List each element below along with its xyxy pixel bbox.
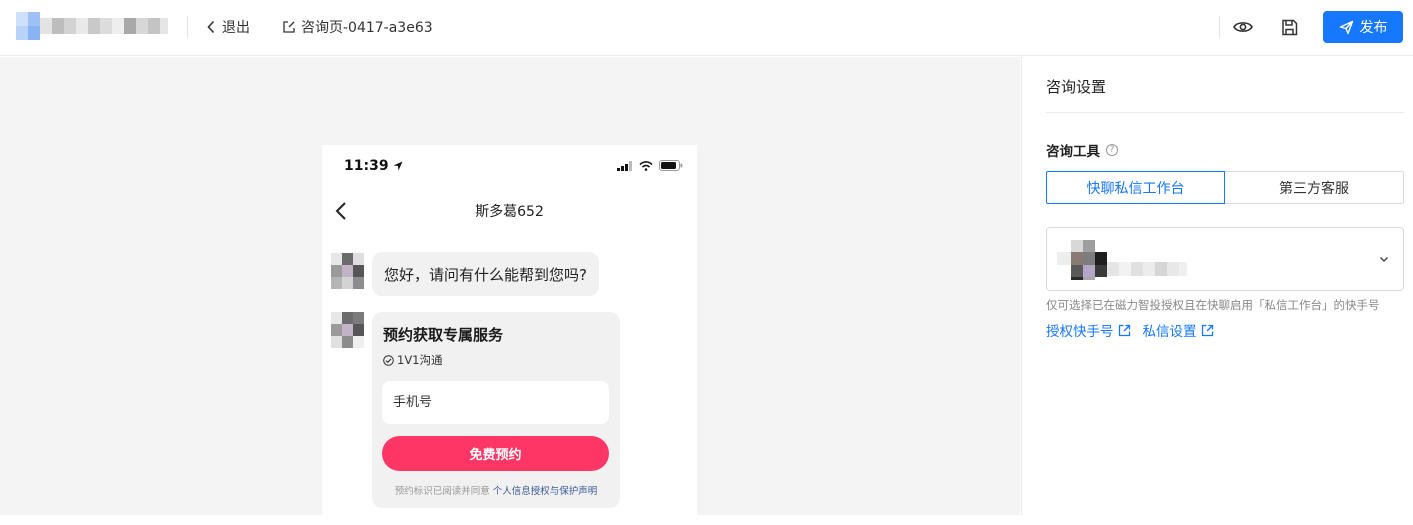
authorize-account-link[interactable]: 授权快手号 — [1046, 320, 1131, 340]
help-icon[interactable]: ? — [1106, 144, 1118, 156]
publish-button[interactable]: 发布 — [1323, 11, 1403, 43]
edit-icon — [283, 21, 295, 33]
check-circle-icon — [383, 354, 394, 366]
location-arrow-icon — [393, 161, 403, 171]
agreement-prefix: 预约标识已阅读并同意 — [394, 486, 490, 497]
top-bar: 退出 咨询页-0417-a3e63 发布 — [0, 0, 1413, 56]
status-icons — [617, 160, 683, 171]
agent-avatar — [331, 312, 365, 348]
wifi-icon — [639, 160, 653, 171]
authorize-account-label: 授权快手号 — [1046, 324, 1114, 340]
phone-preview: 11:39 斯多葛652 您好，请问有什么能帮到您吗? 预约获取专属服务 1V1… — [322, 145, 697, 525]
service-check: 1V1沟通 — [383, 352, 443, 368]
tab-third-party-service[interactable]: 第三方客服 — [1224, 171, 1404, 204]
header-divider — [187, 16, 188, 38]
save-button[interactable] — [1276, 14, 1302, 40]
send-icon — [1339, 20, 1353, 34]
account-hint: 仅可选择已在磁力智投授权且在快聊启用「私信工作台」的快手号 — [1046, 298, 1380, 312]
exit-button[interactable]: 退出 — [206, 14, 250, 40]
account-avatar — [1057, 240, 1187, 280]
service-check-label: 1V1沟通 — [397, 353, 443, 367]
account-select[interactable] — [1046, 227, 1404, 291]
panel-divider — [1046, 112, 1404, 113]
chat-title: 斯多葛652 — [475, 204, 544, 220]
status-time: 11:39 — [344, 158, 403, 174]
chevron-left-icon — [207, 20, 215, 34]
preview-canvas: 11:39 斯多葛652 您好，请问有什么能帮到您吗? 预约获取专属服务 1V1… — [0, 57, 1020, 525]
phone-number-input[interactable] — [382, 381, 609, 424]
brand-logo — [16, 12, 168, 40]
toolbar-divider — [1219, 16, 1220, 38]
private-message-settings-link[interactable]: 私信设置 — [1143, 320, 1214, 340]
settings-links: 授权快手号 私信设置 — [1046, 320, 1214, 340]
tool-label: 咨询工具 ? — [1046, 140, 1118, 160]
card-title: 预约获取专属服务 — [383, 326, 504, 344]
external-link-icon — [1118, 324, 1130, 336]
greeting-bubble: 您好，请问有什么能帮到您吗? — [372, 252, 599, 296]
save-icon — [1281, 19, 1297, 35]
chevron-down-icon — [1380, 257, 1388, 262]
agent-avatar — [331, 253, 365, 289]
settings-panel: 咨询设置 咨询工具 ? 快聊私信工作台 第三方客服 仅可选择已在磁力智投授权且在… — [1021, 57, 1413, 515]
page-name-label: 咨询页-0417-a3e63 — [301, 20, 433, 36]
panel-title: 咨询设置 — [1046, 78, 1107, 96]
privacy-link[interactable]: 个人信息授权与保护声明 — [493, 486, 598, 497]
tab-private-message-workbench[interactable]: 快聊私信工作台 — [1046, 171, 1225, 204]
publish-label: 发布 — [1359, 20, 1388, 36]
tool-label-text: 咨询工具 — [1046, 144, 1100, 160]
reservation-card: 预约获取专属服务 1V1沟通 免费预约 预约标识已阅读并同意 个人信息授权与保护… — [372, 312, 620, 508]
agreement-text: 预约标识已阅读并同意 个人信息授权与保护声明 — [372, 483, 620, 497]
eye-icon — [1233, 22, 1253, 32]
preview-button[interactable] — [1230, 14, 1256, 40]
private-message-settings-label: 私信设置 — [1142, 324, 1197, 340]
signal-icon — [617, 160, 632, 171]
external-link-icon — [1201, 324, 1213, 336]
exit-label: 退出 — [222, 20, 250, 36]
battery-icon — [659, 160, 683, 171]
status-time-label: 11:39 — [344, 158, 389, 174]
page-name[interactable]: 咨询页-0417-a3e63 — [282, 14, 433, 40]
free-reserve-button[interactable]: 免费预约 — [382, 436, 609, 471]
